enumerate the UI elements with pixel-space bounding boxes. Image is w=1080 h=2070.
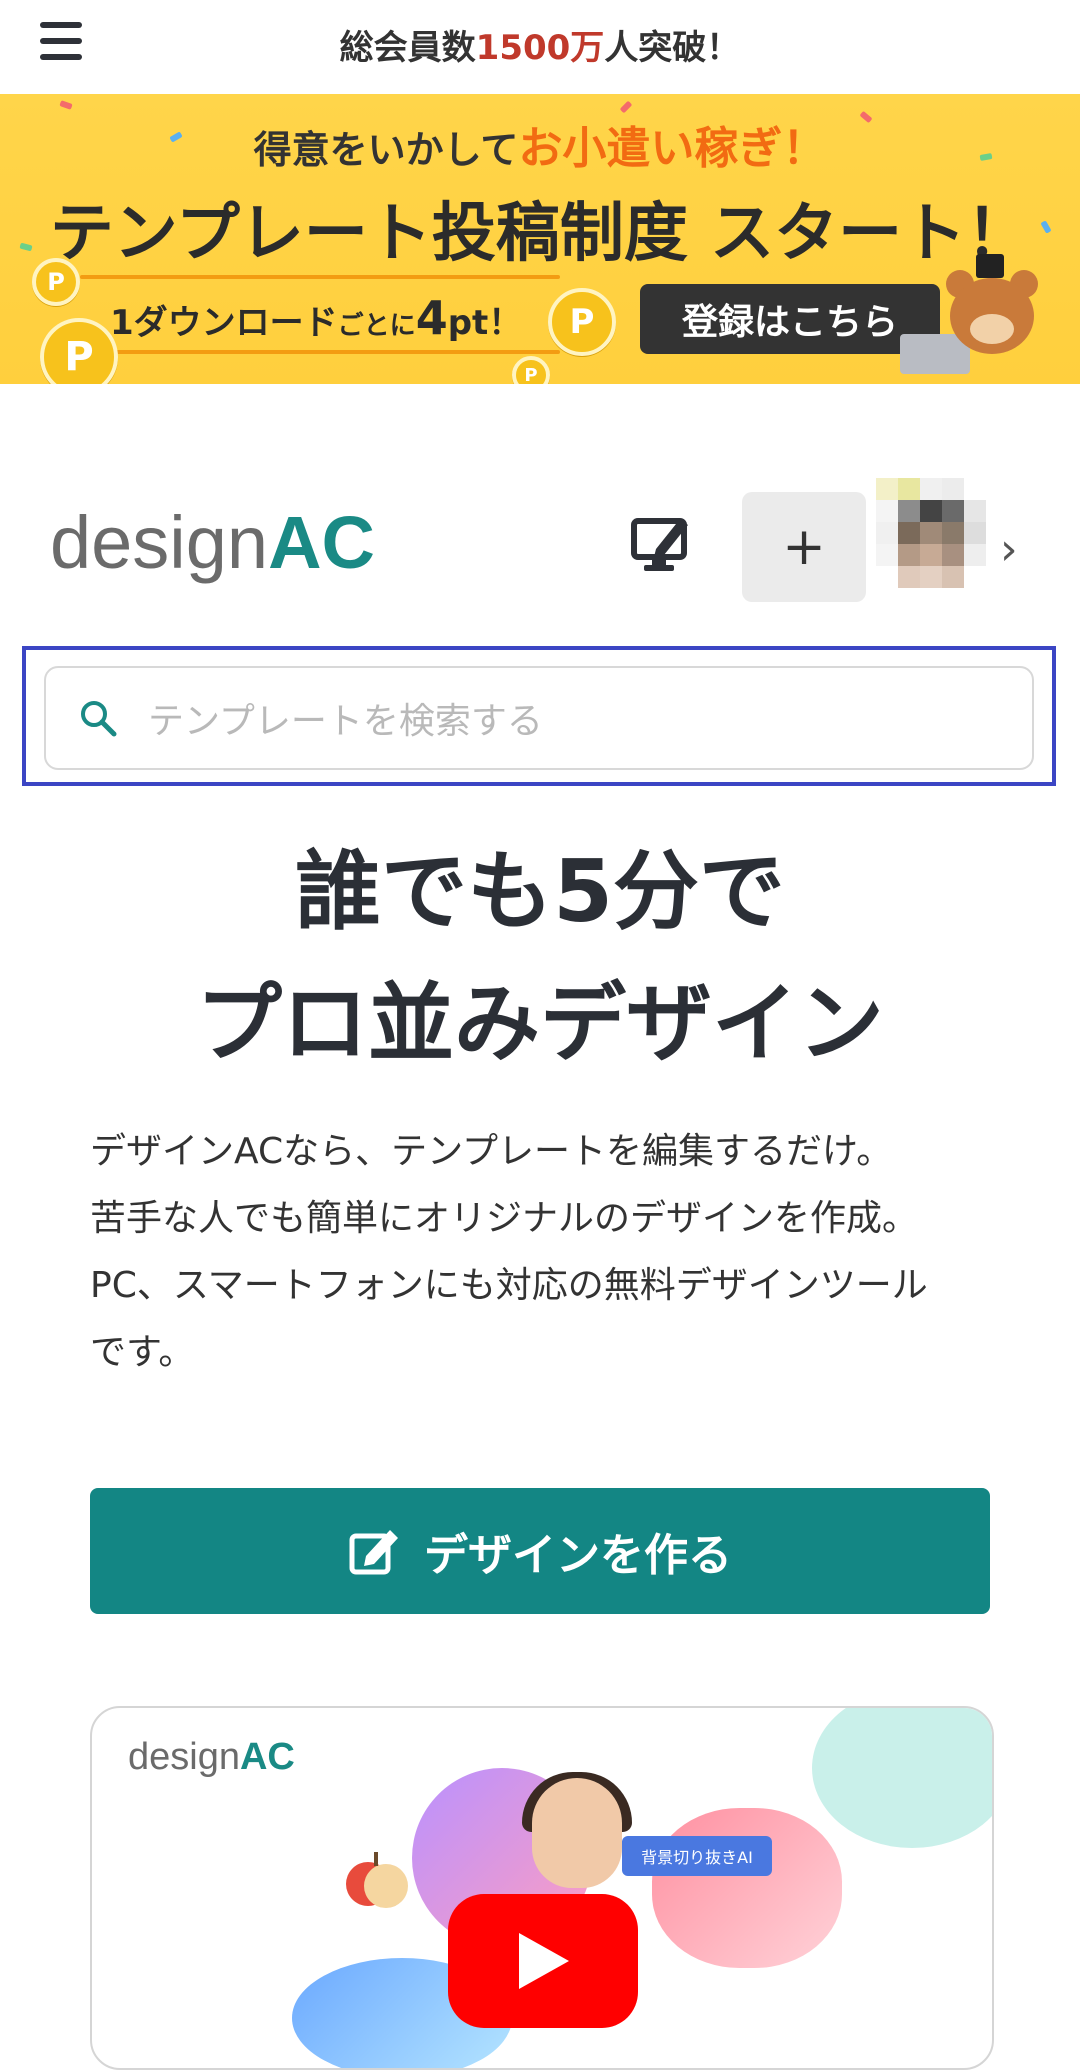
user-avatar[interactable]	[876, 478, 986, 608]
hero-description: デザインACなら、テンプレートを編集するだけ。 苦手な人でも簡単にオリジナルのデ…	[90, 1118, 1010, 1386]
apple-illustration	[342, 1838, 412, 1918]
banner-points-text: 1ダウンロードごとに4pt！	[110, 291, 522, 345]
hero-title-line2: プロ並みデザイン	[196, 974, 884, 1074]
banner-line3-b: ごとに	[337, 311, 416, 341]
banner-line1-prefix: 得意をいかして	[253, 128, 519, 172]
bear-mascot-illustration	[940, 254, 1040, 374]
logo-design-text: design	[50, 501, 269, 584]
point-coin-icon: P	[512, 356, 550, 384]
hero-title: 誰でも5分で プロ並みデザイン	[0, 826, 1080, 1090]
design-ac-logo[interactable]: designAC	[50, 500, 375, 585]
register-button[interactable]: 登録はこちら	[640, 284, 940, 354]
banner-line3-a: 1ダウンロード	[110, 303, 338, 343]
banner-divider	[80, 350, 560, 354]
banner-headline: 得意をいかしてお小遣い稼ぎ！	[0, 112, 1080, 176]
desc-line3: PC、スマートフォンにも対応の無料デザインツール	[90, 1265, 928, 1306]
create-design-label: デザインを作る	[424, 1530, 732, 1581]
confetti	[59, 100, 73, 110]
point-coin-icon: P	[548, 288, 616, 356]
banner-title: テンプレート投稿制度 スタート！	[49, 197, 1031, 271]
member-count-announcement: 総会員数1500万人突破！	[0, 20, 1080, 69]
announce-prefix: 総会員数	[339, 28, 476, 68]
ai-background-removal-tag: 背景切り抜きAI	[622, 1836, 772, 1876]
top-bar: 総会員数1500万人突破！	[0, 0, 1080, 94]
search-icon	[78, 698, 118, 738]
search-input[interactable]	[146, 692, 1010, 750]
video-logo: designAC	[128, 1736, 295, 1778]
announce-highlight: 1500万	[475, 28, 605, 68]
decorative-blob	[812, 1708, 992, 1848]
logo-ac-text: AC	[268, 501, 375, 584]
desc-line2: 苦手な人でも簡単にオリジナルのデザインを作成。	[90, 1198, 919, 1239]
play-icon[interactable]	[448, 1894, 638, 2028]
point-coin-icon: P	[32, 258, 80, 306]
chevron-right-icon[interactable]: ›	[1000, 524, 1018, 575]
desc-line4: です。	[90, 1332, 195, 1373]
banner-line3-d: pt！	[447, 303, 523, 343]
desc-line1: デザインACなら、テンプレートを編集するだけ。	[90, 1131, 893, 1172]
banner-line3-c: 4	[415, 291, 448, 345]
point-coin-icon: P	[40, 318, 118, 384]
banner-line1-highlight: お小遣い稼ぎ！	[518, 123, 827, 174]
banner-divider	[80, 275, 560, 279]
create-design-button[interactable]: デザインを作る	[90, 1488, 990, 1614]
template-submission-banner[interactable]: 得意をいかしてお小遣い稼ぎ！ テンプレート投稿制度 スタート！ 1ダウンロードご…	[0, 94, 1080, 384]
monitor-edit-icon[interactable]	[630, 513, 694, 573]
hero-title-line1: 誰でも5分で	[295, 842, 785, 942]
intro-video-card[interactable]: designAC 背景切り抜きAI	[90, 1706, 994, 2070]
edit-icon	[349, 1530, 398, 1575]
search-bar[interactable]	[44, 666, 1034, 770]
announce-suffix: 人突破！	[604, 28, 741, 68]
decorative-blob	[652, 1808, 842, 1968]
add-button[interactable]: +	[742, 492, 866, 602]
